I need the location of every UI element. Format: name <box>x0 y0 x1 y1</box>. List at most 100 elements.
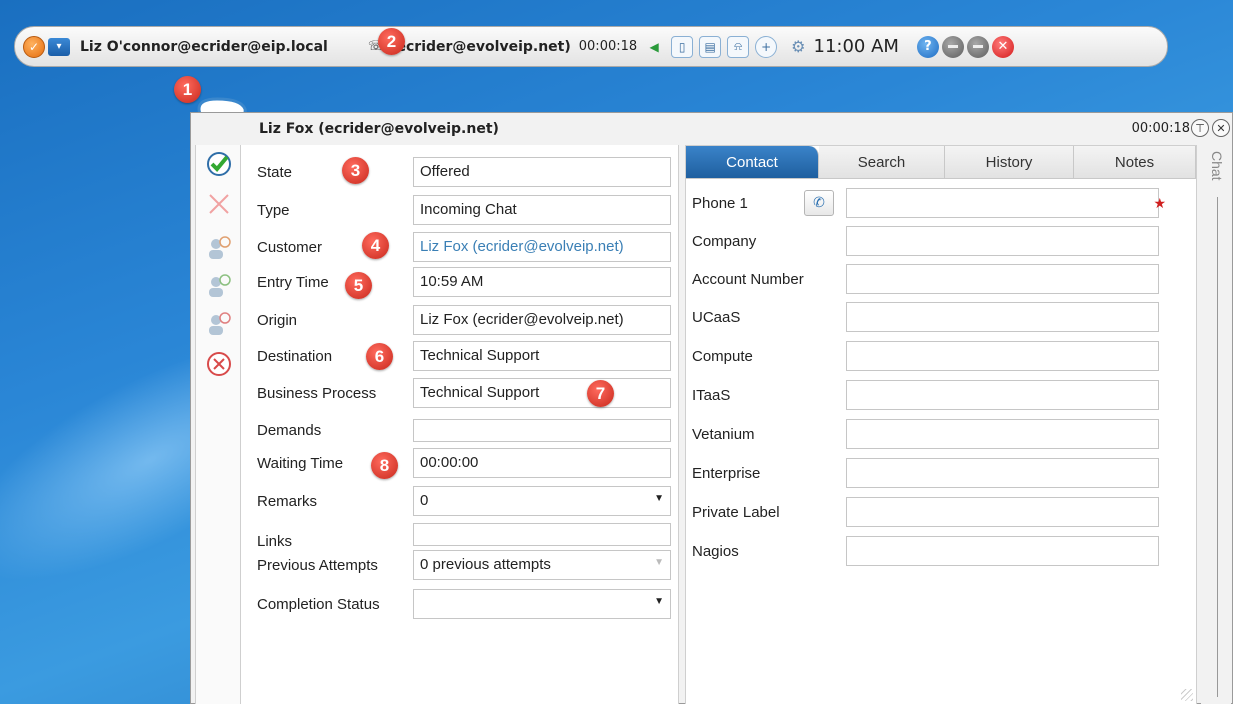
callout-marker: 2 <box>378 28 405 55</box>
tab-search[interactable]: Search <box>819 146 945 179</box>
accept-check-icon[interactable] <box>206 151 232 177</box>
transfer-arrow-icon[interactable]: ◀ <box>643 36 665 58</box>
dropdown-arrow-icon: ▼ <box>654 557 664 568</box>
links-field[interactable] <box>413 522 671 546</box>
contact-tabs-panel: Contact Search History Notes Phone 1 ✆ ★… <box>685 145 1197 704</box>
chat-side-tab[interactable]: Chat <box>1201 145 1231 704</box>
contact-row-ucaas: UCaaS <box>692 302 1159 332</box>
tab-history[interactable]: History <box>945 146 1074 179</box>
chat-side-label: Chat <box>1209 151 1225 181</box>
field-row-demands: Demands <box>257 415 677 445</box>
state-field[interactable]: Offered <box>413 157 671 187</box>
callout-marker: 1 <box>174 76 201 103</box>
reject-x-icon[interactable] <box>206 191 232 217</box>
dropdown-arrow-icon: ▼ <box>654 493 664 504</box>
field-label: Entry Time <box>257 273 329 291</box>
field-row-entry-time: Entry Time 10:59 AM <box>257 267 677 297</box>
field-row-links: Links <box>257 519 677 550</box>
agent-toolbar: ✓ ▾ Liz O'connor@ecrider@eip.local ☏ (ec… <box>14 26 1168 67</box>
callout-marker: 5 <box>345 272 372 299</box>
phone-1-input[interactable] <box>846 188 1159 218</box>
callout-marker: 3 <box>342 157 369 184</box>
itaas-input[interactable] <box>846 380 1159 410</box>
compute-input[interactable] <box>846 341 1159 371</box>
contact-card-icon[interactable]: ▤ <box>699 35 722 58</box>
active-contact-address: (ecrider@evolveip.net) <box>390 38 571 55</box>
destination-field[interactable]: Technical Support <box>413 341 671 371</box>
entry-time-field[interactable]: 10:59 AM <box>413 267 671 297</box>
contact-label: UCaaS <box>692 308 741 326</box>
gear-icon[interactable]: ⚙ <box>791 37 805 56</box>
field-label: Links <box>257 532 293 550</box>
agent-user-name: Liz O'connor@ecrider@eip.local <box>80 38 328 55</box>
callout-marker: 8 <box>371 452 398 479</box>
mobile-device-icon[interactable]: ▯ <box>671 35 694 58</box>
callout-marker: 7 <box>587 380 614 407</box>
customer-link[interactable]: Liz Fox (ecrider@evolveip.net) <box>413 232 671 262</box>
field-label: Type <box>257 201 290 219</box>
resize-grip[interactable] <box>1181 689 1193 701</box>
field-label: Completion Status <box>257 595 380 613</box>
add-plus-icon[interactable]: + <box>755 35 778 58</box>
status-orange-icon[interactable]: ✓ <box>23 35 45 58</box>
contact-row-account-number: Account Number <box>692 264 1159 294</box>
clock-display: 11:00 AM <box>813 36 899 57</box>
completion-status-select[interactable]: ▼ <box>413 589 671 619</box>
close-window-icon[interactable]: ✕ <box>1212 119 1230 137</box>
action-strip <box>195 145 241 704</box>
contact-label: Account Number <box>692 270 804 288</box>
tab-contact[interactable]: Contact <box>686 146 819 179</box>
contact-label: Company <box>692 232 757 250</box>
status-dropdown-button[interactable]: ▾ <box>48 37 70 56</box>
field-row-type: Type Incoming Chat <box>257 195 677 225</box>
previous-attempts-select[interactable]: 0 previous attempts ▼ <box>413 550 671 580</box>
vetanium-input[interactable] <box>846 419 1159 449</box>
enterprise-input[interactable] <box>846 458 1159 488</box>
consult-agent-icon[interactable] <box>206 311 232 337</box>
transfer-agent-icon[interactable] <box>206 235 232 261</box>
field-row-remarks: Remarks 0 ▼ <box>257 486 677 516</box>
demands-field[interactable] <box>413 418 671 442</box>
field-label: Remarks <box>257 492 318 510</box>
ucaas-input[interactable] <box>846 302 1159 332</box>
chat-window-timer: 00:00:18 <box>1131 121 1190 136</box>
field-row-customer: Customer Liz Fox (ecrider@evolveip.net) <box>257 232 677 262</box>
business-process-field[interactable]: Technical Support <box>413 378 671 408</box>
field-label: Business Process <box>257 384 377 402</box>
field-label: State <box>257 163 293 181</box>
chat-window-title: Liz Fox (ecrider@evolveip.net) <box>259 121 499 137</box>
contact-label: Compute <box>692 347 753 365</box>
contact-row-compute: Compute <box>692 341 1159 371</box>
account-number-input[interactable] <box>846 264 1159 294</box>
field-row-completion-status: Completion Status ▼ <box>257 589 677 619</box>
private-label-input[interactable] <box>846 497 1159 527</box>
dial-phone-button[interactable]: ✆ <box>804 190 834 216</box>
company-input[interactable] <box>846 226 1159 256</box>
close-button[interactable]: ✕ <box>991 35 1014 58</box>
interaction-details-panel: State Offered Type Incoming Chat Custome… <box>241 145 679 704</box>
help-button[interactable]: ? <box>916 35 939 58</box>
bell-icon[interactable]: ⍾ <box>727 35 750 58</box>
callout-marker: 4 <box>362 232 389 259</box>
contact-row-company: Company <box>692 226 1159 256</box>
contact-label: Enterprise <box>692 464 761 482</box>
nagios-input[interactable] <box>846 536 1159 566</box>
field-row-business-process: Business Process Technical Support <box>257 378 677 408</box>
remarks-value: 0 <box>420 492 429 509</box>
end-chat-icon[interactable] <box>206 351 232 377</box>
type-field[interactable]: Incoming Chat <box>413 195 671 225</box>
pin-icon[interactable]: ⊤ <box>1191 119 1209 137</box>
field-label: Demands <box>257 421 322 439</box>
waiting-time-field[interactable]: 00:00:00 <box>413 448 671 478</box>
origin-field[interactable]: Liz Fox (ecrider@evolveip.net) <box>413 305 671 335</box>
field-row-destination: Destination Technical Support <box>257 341 677 371</box>
conference-agent-icon[interactable] <box>206 273 232 299</box>
chat-side-divider <box>1217 197 1218 697</box>
contact-row-private-label: Private Label <box>692 497 1159 527</box>
contact-label: Nagios <box>692 542 739 560</box>
restore-button[interactable] <box>966 35 989 58</box>
remarks-select[interactable]: 0 ▼ <box>413 486 671 516</box>
tab-notes[interactable]: Notes <box>1074 146 1196 179</box>
minimize-button[interactable] <box>941 35 964 58</box>
field-label: Customer <box>257 238 323 256</box>
